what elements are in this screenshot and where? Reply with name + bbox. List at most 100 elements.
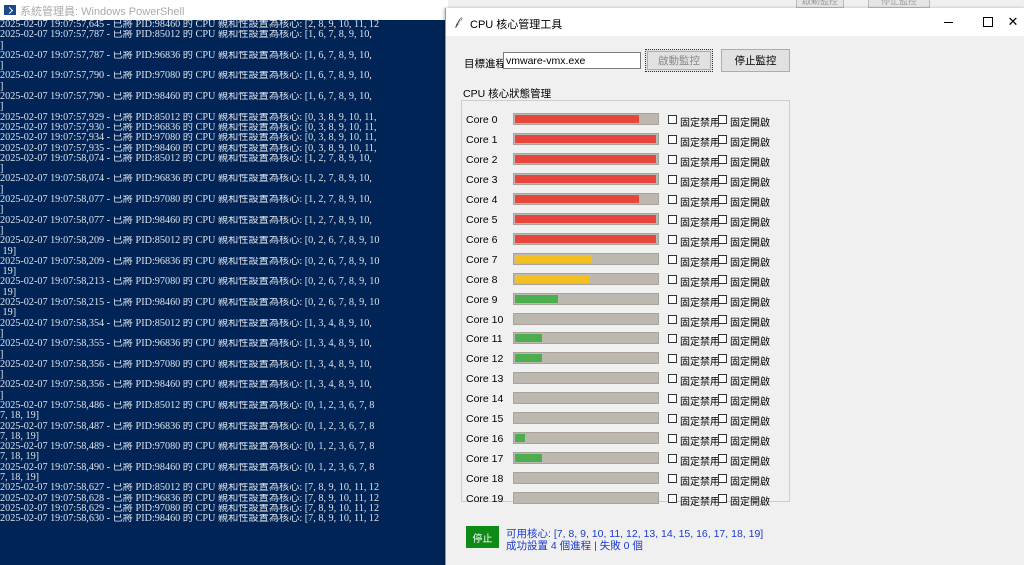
target-process-input[interactable] bbox=[503, 52, 641, 69]
lock-enable-checkbox[interactable] bbox=[718, 234, 727, 244]
lock-disable-checkbox[interactable] bbox=[668, 374, 677, 384]
powershell-line: 2025-02-07 19:07:58,356 - 已將 PID:98460 的… bbox=[0, 380, 372, 391]
lock-enable-checkbox[interactable] bbox=[718, 474, 727, 484]
lock-enable-checkbox[interactable] bbox=[718, 194, 727, 204]
lock-disable-checkbox[interactable] bbox=[668, 494, 677, 504]
lock-enable-label: 固定開啟 bbox=[730, 417, 770, 429]
core-row: Core 8 固定禁用 固定開啟 bbox=[462, 270, 789, 290]
lock-enable-checkbox[interactable] bbox=[718, 414, 727, 424]
lock-disable-label: 固定禁用 bbox=[680, 337, 720, 349]
powershell-line: 2025-02-07 19:07:58,209 - 已將 PID:85012 的… bbox=[0, 236, 380, 247]
core-label: Core 9 bbox=[466, 293, 498, 306]
lock-enable-checkbox[interactable] bbox=[718, 134, 727, 144]
core-usage-fill bbox=[515, 454, 542, 463]
lock-disable-checkbox[interactable] bbox=[668, 254, 677, 264]
powershell-line: 7, 18, 19] bbox=[0, 411, 40, 422]
core-row: Core 17 固定禁用 固定開啟 bbox=[462, 449, 789, 469]
lock-enable-checkbox[interactable] bbox=[718, 214, 727, 224]
powershell-window[interactable]: 系統管理員: Windows PowerShell 2025-02-07 19:… bbox=[0, 0, 448, 565]
core-label: Core 5 bbox=[466, 213, 498, 226]
core-row: Core 6 固定禁用 固定開啟 bbox=[462, 230, 789, 250]
background-stop-button: 停止監控 bbox=[868, 0, 930, 8]
powershell-line: 2025-02-07 19:07:57,787 - 已將 PID:85012 的… bbox=[0, 30, 372, 41]
lock-enable-checkbox[interactable] bbox=[718, 274, 727, 284]
lock-enable-label: 固定開啟 bbox=[730, 337, 770, 349]
lock-enable-checkbox[interactable] bbox=[718, 154, 727, 164]
lock-disable-checkbox[interactable] bbox=[668, 314, 677, 324]
lock-disable-checkbox[interactable] bbox=[668, 294, 677, 304]
powershell-line: 2025-02-07 19:07:58,486 - 已將 PID:85012 的… bbox=[0, 400, 375, 411]
core-row: Core 15 固定禁用 固定開啟 bbox=[462, 409, 789, 429]
powershell-line: ] bbox=[0, 61, 4, 72]
powershell-line: 7, 18, 19] bbox=[0, 452, 40, 463]
lock-disable-checkbox[interactable] bbox=[668, 474, 677, 484]
core-label: Core 6 bbox=[466, 233, 498, 246]
lock-disable-checkbox[interactable] bbox=[668, 454, 677, 464]
maximize-button[interactable] bbox=[973, 8, 1003, 36]
core-usage-bar bbox=[513, 412, 659, 425]
core-status-group-label: CPU 核心狀態管理 bbox=[463, 88, 552, 100]
lock-disable-checkbox[interactable] bbox=[668, 394, 677, 404]
powershell-line: ] bbox=[0, 164, 4, 175]
powershell-titlebar[interactable]: 系統管理員: Windows PowerShell bbox=[0, 0, 448, 20]
powershell-line: 2025-02-07 19:07:58,627 - 已將 PID:85012 的… bbox=[0, 483, 380, 494]
lock-enable-checkbox[interactable] bbox=[718, 374, 727, 384]
lock-disable-checkbox[interactable] bbox=[668, 334, 677, 344]
lock-enable-label: 固定開啟 bbox=[730, 237, 770, 249]
minimize-button[interactable] bbox=[933, 8, 963, 36]
core-usage-bar bbox=[513, 352, 659, 365]
lock-disable-checkbox[interactable] bbox=[668, 115, 677, 124]
lock-disable-label: 固定禁用 bbox=[680, 118, 720, 129]
powershell-line: ] bbox=[0, 328, 4, 339]
core-usage-bar bbox=[513, 152, 659, 165]
lock-enable-checkbox[interactable] bbox=[718, 434, 727, 444]
core-row: Core 10 固定禁用 固定開啟 bbox=[462, 310, 789, 330]
lock-disable-checkbox[interactable] bbox=[668, 234, 677, 244]
lock-disable-checkbox[interactable] bbox=[668, 274, 677, 284]
core-row: Core 19 固定禁用 固定開啟 bbox=[462, 489, 789, 509]
core-row: Core 14 固定禁用 固定開啟 bbox=[462, 389, 789, 409]
lock-disable-checkbox[interactable] bbox=[668, 174, 677, 184]
start-monitor-button[interactable]: 啟動監控 bbox=[645, 49, 713, 72]
lock-enable-checkbox[interactable] bbox=[718, 314, 727, 324]
lock-enable-label: 固定開啟 bbox=[730, 217, 770, 229]
stop-monitor-button[interactable]: 停止監控 bbox=[721, 49, 790, 72]
lock-disable-checkbox[interactable] bbox=[668, 354, 677, 364]
powershell-line: 2025-02-07 19:07:57,930 - 已將 PID:96836 的… bbox=[0, 122, 377, 133]
core-row: Core 12 固定禁用 固定開啟 bbox=[462, 349, 789, 369]
lock-enable-checkbox[interactable] bbox=[718, 334, 727, 344]
lock-enable-checkbox[interactable] bbox=[718, 254, 727, 264]
lock-disable-checkbox[interactable] bbox=[668, 214, 677, 224]
core-usage-bar bbox=[513, 472, 659, 485]
lock-enable-checkbox[interactable] bbox=[718, 294, 727, 304]
lock-enable-checkbox[interactable] bbox=[718, 354, 727, 364]
powershell-line: 2025-02-07 19:07:58,487 - 已將 PID:96836 的… bbox=[0, 421, 375, 432]
core-label: Core 1 bbox=[466, 133, 498, 146]
lock-enable-checkbox[interactable] bbox=[718, 454, 727, 464]
lock-enable-checkbox[interactable] bbox=[718, 174, 727, 184]
lock-disable-label: 固定禁用 bbox=[680, 377, 720, 389]
lock-enable-label: 固定開啟 bbox=[730, 118, 770, 129]
core-usage-bar bbox=[513, 172, 659, 185]
powershell-line: 2025-02-07 19:07:57,790 - 已將 PID:97080 的… bbox=[0, 71, 372, 82]
lock-disable-checkbox[interactable] bbox=[668, 414, 677, 424]
lock-enable-checkbox[interactable] bbox=[718, 115, 727, 124]
lock-disable-checkbox[interactable] bbox=[668, 134, 677, 144]
core-row: Core 13 固定禁用 固定開啟 bbox=[462, 369, 789, 389]
lock-enable-checkbox[interactable] bbox=[718, 394, 727, 404]
close-button[interactable]: ✕ bbox=[1001, 8, 1024, 36]
lock-disable-checkbox[interactable] bbox=[668, 194, 677, 204]
lock-disable-checkbox[interactable] bbox=[668, 434, 677, 444]
powershell-line: ] bbox=[0, 40, 4, 51]
lock-disable-label: 固定禁用 bbox=[680, 137, 720, 149]
powershell-line: 19] bbox=[0, 267, 17, 278]
lock-enable-checkbox[interactable] bbox=[718, 494, 727, 504]
app-title: CPU 核心管理工具 bbox=[470, 19, 563, 31]
status-stop-button[interactable]: 停止 bbox=[466, 526, 499, 548]
powershell-line: ] bbox=[0, 102, 4, 113]
lock-disable-label: 固定禁用 bbox=[680, 217, 720, 229]
core-row: Core 5 固定禁用 固定開啟 bbox=[462, 210, 789, 230]
app-titlebar[interactable]: 𝒻 CPU 核心管理工具 ✕ bbox=[446, 8, 1024, 36]
core-label: Core 8 bbox=[466, 273, 498, 286]
lock-disable-checkbox[interactable] bbox=[668, 154, 677, 164]
